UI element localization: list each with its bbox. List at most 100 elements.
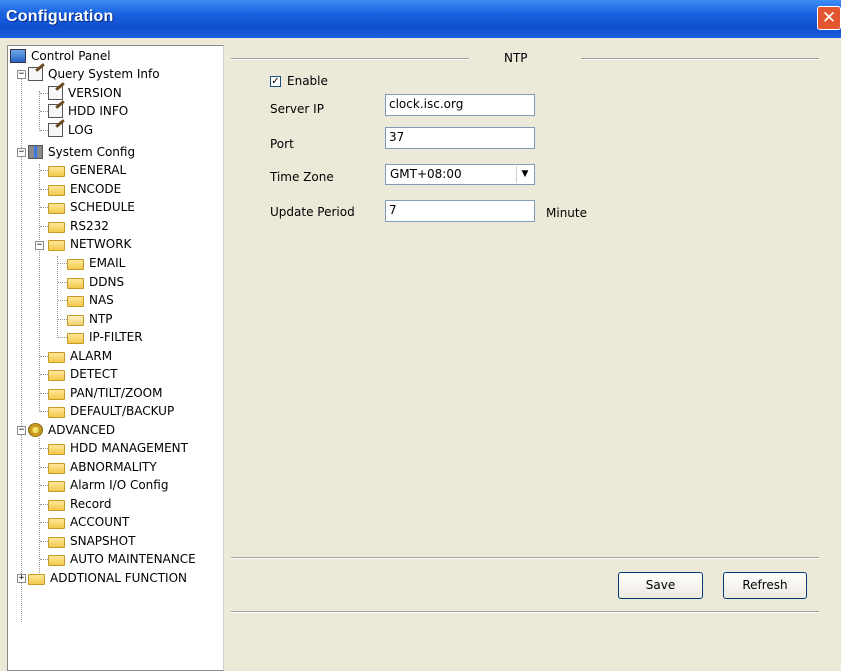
folder-icon — [48, 443, 65, 455]
expand-toggle[interactable]: + — [17, 574, 26, 583]
folder-icon — [48, 462, 65, 474]
tree-item-rs232[interactable]: RS232 — [48, 217, 111, 235]
tree-connector — [58, 337, 67, 338]
close-icon: ✕ — [821, 8, 837, 28]
time-zone-select[interactable]: GMT+08:00 ▼ — [385, 164, 535, 185]
tree-item-alarm-io-config[interactable]: Alarm I/O Config — [48, 476, 170, 494]
folder-icon — [48, 184, 65, 196]
expand-toggle[interactable]: − — [17, 426, 26, 435]
folder-icon — [48, 221, 65, 233]
folder-icon — [48, 239, 65, 251]
gear-icon — [28, 423, 43, 437]
tree-item-advanced[interactable]: ADVANCED — [28, 421, 117, 439]
tree-item-version[interactable]: VERSION — [48, 84, 124, 102]
tree-connector — [40, 467, 48, 468]
tree-item-hdd-management[interactable]: HDD MANAGEMENT — [48, 439, 190, 457]
tree-item-network[interactable]: NETWORK — [48, 235, 133, 253]
tree-item-default-backup[interactable]: DEFAULT/BACKUP — [48, 402, 176, 420]
notepad-icon — [48, 86, 63, 100]
refresh-button[interactable]: Refresh — [723, 572, 807, 599]
tree-connector — [58, 319, 67, 320]
tree-item-email[interactable]: EMAIL — [67, 254, 127, 272]
window-title: Configuration — [6, 8, 114, 25]
server-ip-value: clock.isc.org — [389, 97, 464, 111]
folder-icon — [48, 369, 65, 381]
folder-icon — [67, 295, 84, 307]
folder-icon — [48, 554, 65, 566]
title-bar[interactable]: Configuration ✕ — [0, 0, 841, 38]
tree-item-ntp[interactable]: NTP — [67, 310, 115, 328]
port-value: 37 — [389, 130, 405, 144]
tree-item-additional-function[interactable]: ADDTIONAL FUNCTION — [28, 569, 189, 587]
close-button[interactable]: ✕ — [817, 6, 841, 30]
tree-connector — [40, 189, 48, 190]
time-zone-value: GMT+08:00 — [390, 167, 462, 181]
tree-item-ddns[interactable]: DDNS — [67, 273, 126, 291]
expand-toggle[interactable]: − — [17, 148, 26, 157]
folder-icon — [48, 406, 65, 418]
tree-connector — [40, 170, 48, 171]
notepad-icon — [28, 67, 43, 81]
tree-item-general[interactable]: GENERAL — [48, 161, 128, 179]
tree-connector — [40, 111, 48, 112]
tree-connector — [57, 256, 58, 338]
tree-connector — [40, 207, 48, 208]
tree-item-account[interactable]: ACCOUNT — [48, 513, 131, 531]
tree-connector — [58, 282, 67, 283]
folder-icon — [48, 388, 65, 400]
tree-item-nas[interactable]: NAS — [67, 291, 116, 309]
folder-open-icon — [67, 314, 84, 326]
update-period-input[interactable]: 7 — [385, 200, 535, 222]
ntp-settings-panel: NTP ✓ Enable Server IP clock.isc.org Por… — [224, 45, 841, 671]
folder-icon — [67, 258, 84, 270]
tree-connector — [40, 559, 48, 560]
server-ip-label: Server IP — [270, 102, 324, 116]
tree-connector — [39, 438, 40, 577]
tree-item-auto-maintenance[interactable]: AUTO MAINTENANCE — [48, 550, 198, 568]
port-label: Port — [270, 137, 294, 151]
tree-connector — [40, 393, 48, 394]
notepad-icon — [48, 104, 63, 118]
chevron-down-icon[interactable]: ▼ — [516, 166, 533, 183]
update-period-label: Update Period — [270, 205, 355, 219]
enable-checkbox[interactable]: ✓ — [270, 76, 281, 87]
tools-icon — [28, 145, 43, 159]
time-zone-label: Time Zone — [270, 170, 334, 184]
tree-item-pan-tilt-zoom[interactable]: PAN/TILT/ZOOM — [48, 384, 164, 402]
tree-item-encode[interactable]: ENCODE — [48, 180, 123, 198]
section-divider — [581, 58, 819, 60]
tree-connector — [40, 411, 48, 412]
tree-item-snapshot[interactable]: SNAPSHOT — [48, 532, 137, 550]
tree-item-control-panel[interactable]: Control Panel — [10, 47, 113, 65]
tree-item-alarm[interactable]: ALARM — [48, 347, 114, 365]
expand-toggle[interactable]: − — [17, 70, 26, 79]
tree-connector — [40, 485, 48, 486]
footer-divider — [231, 557, 819, 559]
tree-item-abnormality[interactable]: ABNORMALITY — [48, 458, 159, 476]
tree-connector — [40, 448, 48, 449]
tree-connector — [40, 522, 48, 523]
tree-connector — [58, 300, 67, 301]
configuration-window: Configuration ✕ Control Panel − Query Sy… — [0, 0, 841, 671]
navigation-tree[interactable]: Control Panel − Query System Info VERSIO… — [7, 45, 224, 671]
check-icon: ✓ — [271, 76, 280, 87]
tree-item-query-system-info[interactable]: Query System Info — [28, 65, 162, 83]
tree-item-system-config[interactable]: System Config — [28, 143, 137, 161]
save-button[interactable]: Save — [618, 572, 703, 599]
tree-connector — [40, 93, 48, 94]
folder-icon — [48, 499, 65, 511]
server-ip-input[interactable]: clock.isc.org — [385, 94, 535, 116]
section-divider — [231, 58, 469, 60]
tree-item-record[interactable]: Record — [48, 495, 113, 513]
update-period-value: 7 — [389, 203, 397, 217]
folder-icon — [67, 277, 84, 289]
tree-item-ip-filter[interactable]: IP-FILTER — [67, 328, 145, 346]
update-period-unit: Minute — [546, 206, 587, 220]
tree-item-hdd-info[interactable]: HDD INFO — [48, 102, 130, 120]
tree-item-schedule[interactable]: SCHEDULE — [48, 198, 137, 216]
tree-item-log[interactable]: LOG — [48, 121, 95, 139]
enable-label: Enable — [287, 74, 328, 88]
port-input[interactable]: 37 — [385, 127, 535, 149]
expand-toggle[interactable]: − — [35, 241, 44, 250]
tree-item-detect[interactable]: DETECT — [48, 365, 119, 383]
